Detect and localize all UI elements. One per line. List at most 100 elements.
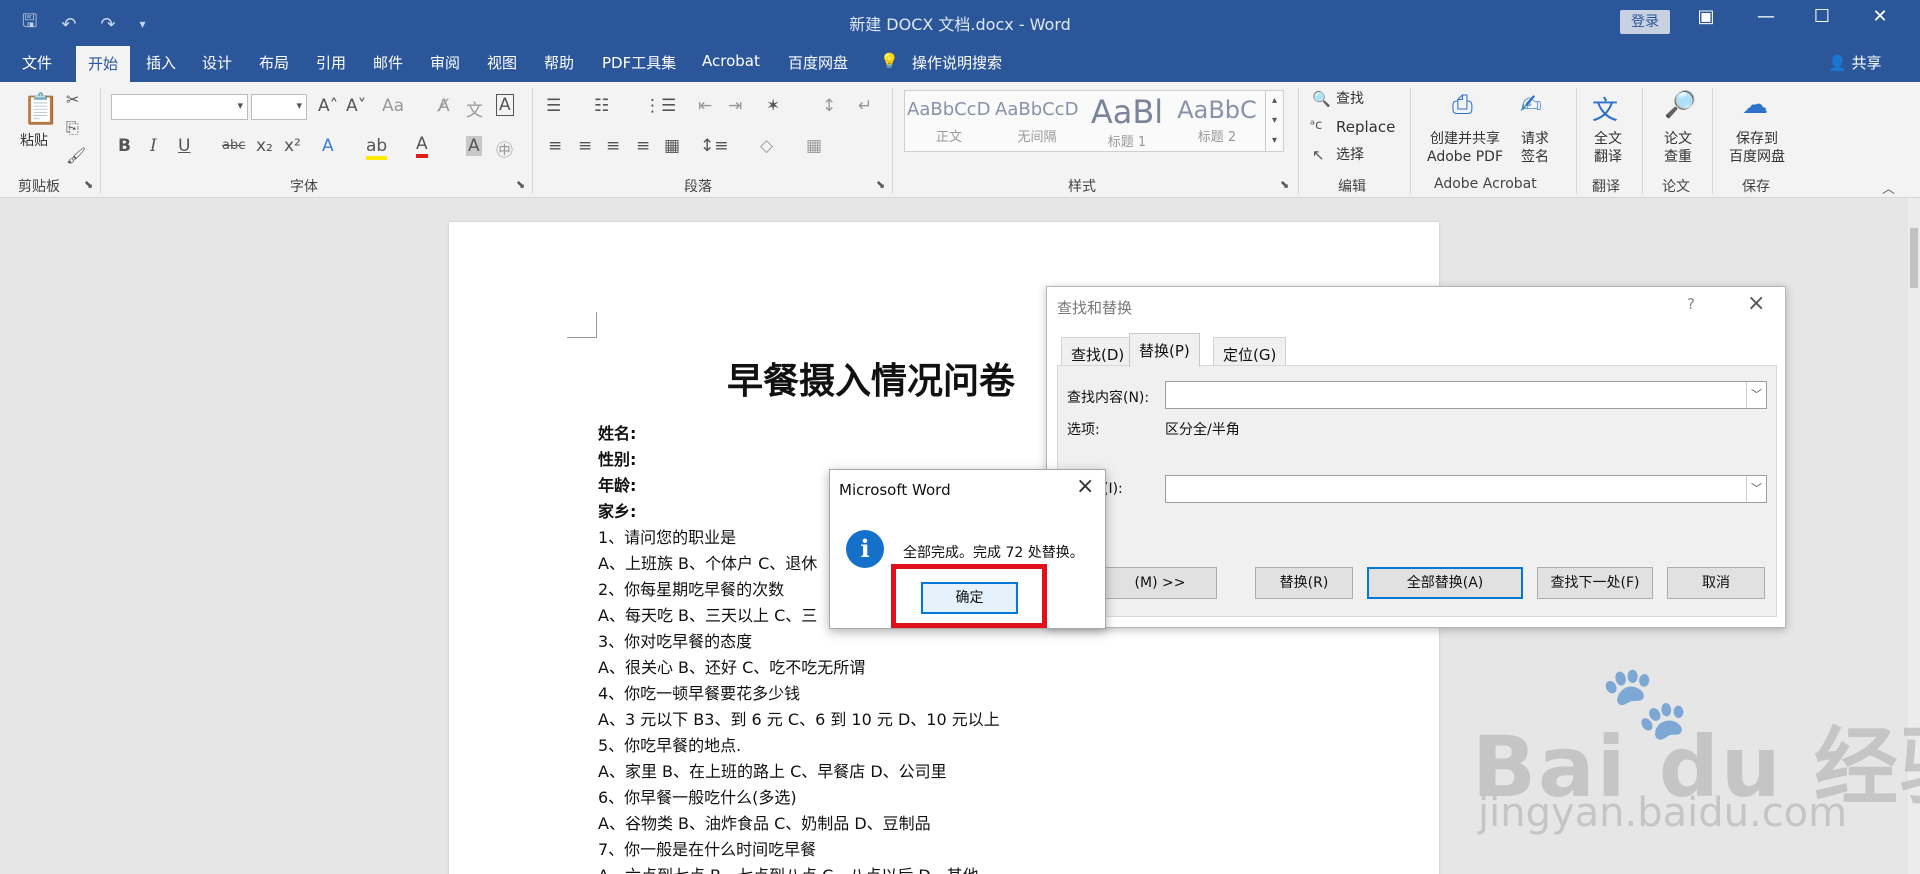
tab-replace[interactable]: 替换(P): [1129, 333, 1200, 367]
font-size-combo[interactable]: [251, 94, 307, 120]
close-icon[interactable]: ×: [1076, 474, 1094, 499]
align-right-icon[interactable]: ≡: [606, 136, 620, 156]
request-signature-button[interactable]: 请求 签名: [1518, 130, 1552, 166]
ribbon-display-icon[interactable]: ▣: [1686, 6, 1726, 27]
tab-insert[interactable]: 插入: [146, 52, 176, 73]
thesis-check-button[interactable]: 论文 查重: [1660, 130, 1696, 166]
underline-icon[interactable]: U: [178, 136, 190, 156]
scrollbar-thumb[interactable]: [1910, 228, 1918, 288]
replace-with-input[interactable]: ﹀: [1165, 475, 1767, 503]
tab-baidu-netdisk[interactable]: 百度网盘: [788, 52, 848, 73]
full-translate-button[interactable]: 全文 翻译: [1590, 130, 1626, 166]
style-heading-1[interactable]: AaBl 标题 1: [1085, 93, 1169, 150]
distributed-icon[interactable]: ▦: [664, 136, 680, 156]
format-painter-icon[interactable]: 🖌: [66, 146, 86, 165]
chinese-layout-icon[interactable]: ✶: [766, 96, 780, 116]
chevron-down-icon[interactable]: ﹀: [1746, 476, 1766, 502]
font-name-combo[interactable]: [111, 94, 248, 120]
maximize-icon[interactable]: ☐: [1802, 6, 1842, 27]
borders-icon[interactable]: ▦: [806, 136, 822, 156]
tab-design[interactable]: 设计: [202, 52, 232, 73]
margin-corner-mark: [567, 312, 597, 338]
tab-references[interactable]: 引用: [316, 52, 346, 73]
change-case-icon[interactable]: Aa: [382, 96, 404, 116]
tab-view[interactable]: 视图: [487, 52, 517, 73]
find-what-input[interactable]: ﹀: [1165, 381, 1767, 409]
tab-find[interactable]: 查找(D): [1061, 337, 1135, 367]
select-icon: ↖: [1312, 146, 1325, 164]
multilevel-list-icon[interactable]: ⋮☰: [644, 96, 676, 116]
tab-help[interactable]: 帮助: [544, 52, 574, 73]
sort-icon[interactable]: ↕: [822, 96, 836, 116]
replace-button[interactable]: 替换(R): [1255, 567, 1353, 599]
dialog-launcher-icon[interactable]: ⬊: [1280, 178, 1289, 191]
tab-layout[interactable]: 布局: [259, 52, 289, 73]
dialog-launcher-icon[interactable]: ⬊: [876, 178, 885, 191]
find-next-button[interactable]: 查找下一处(F): [1537, 567, 1653, 599]
font-color-icon[interactable]: A: [416, 134, 428, 158]
replace-button[interactable]: Replace: [1336, 118, 1395, 136]
separator: [892, 88, 893, 194]
save-to-baidu-button[interactable]: 保存到 百度网盘: [1724, 130, 1790, 166]
find-button[interactable]: 查找: [1336, 90, 1364, 108]
align-left-icon[interactable]: ≡: [548, 136, 562, 156]
tab-file[interactable]: 文件: [22, 52, 52, 73]
align-center-icon[interactable]: ≡: [578, 136, 592, 156]
group-paragraph-label: 段落: [684, 179, 712, 195]
show-marks-icon[interactable]: ↵: [858, 96, 872, 116]
strikethrough-icon[interactable]: abc: [222, 138, 245, 153]
character-shading-icon[interactable]: A: [466, 136, 482, 156]
more-button[interactable]: (M) >>: [1103, 567, 1217, 599]
tab-goto[interactable]: 定位(G): [1213, 337, 1287, 367]
minimize-icon[interactable]: —: [1746, 6, 1786, 27]
justify-icon[interactable]: ≡: [636, 136, 650, 156]
share-button[interactable]: 👤 共享: [1828, 52, 1881, 73]
cut-icon[interactable]: ✂: [66, 90, 79, 109]
bold-icon[interactable]: B: [118, 136, 131, 156]
paste-icon[interactable]: 📋: [22, 92, 59, 127]
close-window-icon[interactable]: ✕: [1860, 6, 1900, 27]
lightbulb-icon[interactable]: 💡: [880, 52, 899, 70]
select-button[interactable]: 选择: [1336, 146, 1364, 164]
tab-mailings[interactable]: 邮件: [373, 52, 403, 73]
shading-icon[interactable]: ◇: [760, 136, 773, 156]
tab-acrobat[interactable]: Acrobat: [702, 52, 760, 70]
bullets-icon[interactable]: ☰: [546, 96, 561, 116]
enclose-characters-icon[interactable]: ㊥: [496, 136, 513, 161]
character-border-icon[interactable]: A: [496, 94, 514, 116]
login-button[interactable]: 登录: [1620, 10, 1670, 34]
highlight-color-icon[interactable]: ab: [366, 136, 388, 160]
replace-all-button[interactable]: 全部替换(A): [1367, 567, 1523, 599]
decrease-indent-icon[interactable]: ⇤: [698, 96, 712, 116]
phonetic-guide-icon[interactable]: 文: [466, 96, 483, 121]
tab-review[interactable]: 审阅: [430, 52, 460, 73]
line-spacing-icon[interactable]: ↕≡: [700, 136, 729, 156]
tell-me-search[interactable]: 操作说明搜索: [912, 52, 1002, 73]
increase-indent-icon[interactable]: ⇥: [728, 96, 742, 116]
superscript-icon[interactable]: x²: [284, 136, 301, 156]
numbering-icon[interactable]: ☷: [594, 96, 609, 116]
help-icon[interactable]: ?: [1687, 295, 1695, 313]
styles-scrollbar[interactable]: ▴ ▾ ▾: [1265, 91, 1283, 151]
dialog-launcher-icon[interactable]: ⬊: [516, 178, 525, 191]
shrink-font-icon[interactable]: A˅: [346, 96, 366, 116]
collapse-ribbon-icon[interactable]: ︿: [1882, 178, 1895, 197]
style-no-spacing[interactable]: AaBbCcDc 无间隔: [995, 93, 1079, 149]
style-normal[interactable]: AaBbCcDc 正文: [907, 93, 991, 149]
paste-button[interactable]: 粘贴: [20, 132, 48, 150]
create-share-pdf-button[interactable]: 创建并共享 Adobe PDF: [1424, 130, 1506, 166]
close-icon[interactable]: ×: [1747, 291, 1765, 316]
subscript-icon[interactable]: x₂: [256, 136, 273, 156]
style-heading-2[interactable]: AaBbC 标题 2: [1175, 93, 1259, 149]
ok-button[interactable]: 确定: [921, 582, 1018, 614]
tab-home[interactable]: 开始: [76, 46, 131, 82]
text-effects-icon[interactable]: A: [322, 136, 334, 156]
clear-format-icon[interactable]: A̸: [438, 96, 450, 116]
tab-pdf-tools[interactable]: PDF工具集: [602, 52, 676, 73]
chevron-down-icon[interactable]: ﹀: [1746, 382, 1766, 408]
italic-icon[interactable]: I: [150, 136, 157, 156]
dialog-launcher-icon[interactable]: ⬊: [84, 178, 93, 191]
grow-font-icon[interactable]: A˄: [318, 96, 338, 116]
cancel-button[interactable]: 取消: [1667, 567, 1765, 599]
copy-icon[interactable]: ⎘: [66, 118, 79, 138]
